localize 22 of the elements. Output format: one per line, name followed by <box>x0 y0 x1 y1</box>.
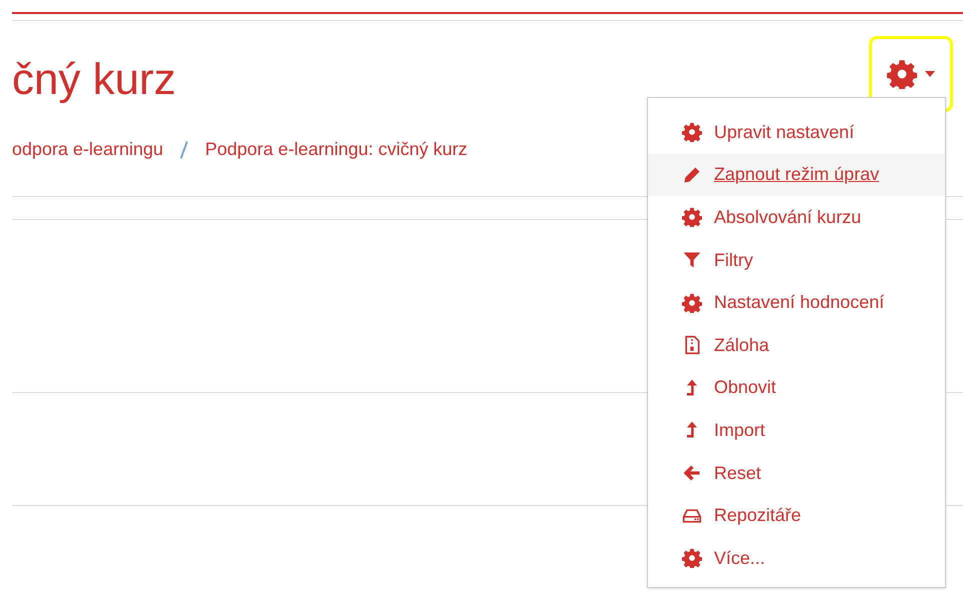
menu-item[interactable]: Upravit nastavení <box>648 111 945 154</box>
menu-item[interactable]: Záloha <box>648 324 945 367</box>
breadcrumb-link[interactable]: odpora e-learningu <box>12 136 164 163</box>
gear-icon <box>682 548 702 568</box>
menu-item[interactable]: Absolvování kurzu <box>648 196 945 239</box>
gear-icon <box>682 292 702 313</box>
menu-item[interactable]: Zapnout režim úprav <box>648 154 945 196</box>
menu-item[interactable]: Repozitáře <box>648 494 945 537</box>
arrow-left-icon <box>682 463 702 484</box>
gear-icon <box>682 207 702 228</box>
menu-item[interactable]: Filtry <box>648 238 945 282</box>
menu-item[interactable]: Import <box>648 409 945 452</box>
breadcrumb-link[interactable]: Podpora e-learningu: cvičný kurz <box>205 136 468 163</box>
menu-item[interactable]: Reset <box>648 452 945 494</box>
menu-item[interactable]: Nastavení hodnocení <box>648 281 945 324</box>
menu-item[interactable]: Více... <box>648 536 945 580</box>
pencil-icon <box>682 164 702 185</box>
gear-icon <box>682 122 702 142</box>
gear-icon <box>887 59 917 89</box>
page-title: čný kurz <box>12 58 176 102</box>
caret-icon <box>925 71 935 77</box>
menu-item[interactable]: Obnovit <box>648 366 945 410</box>
